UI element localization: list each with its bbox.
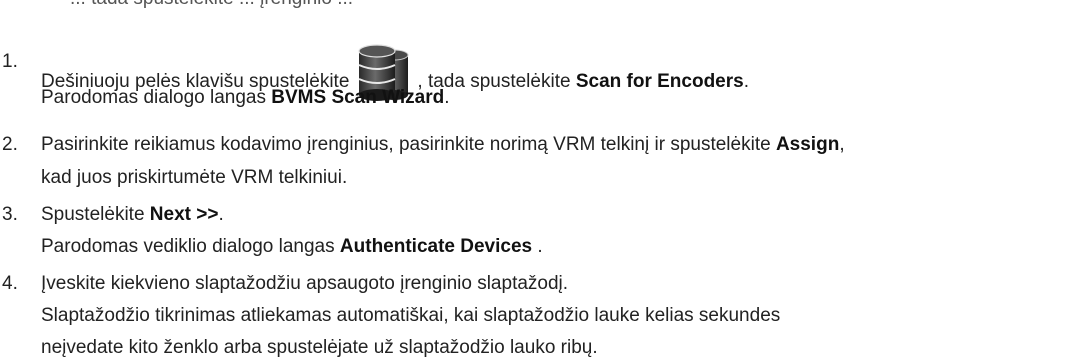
- bvms-scan-wizard-label: BVMS Scan Wizard: [271, 87, 445, 108]
- step-number: 1.: [2, 51, 18, 72]
- step-3-line-2: Parodomas vediklio dialogo langas Authen…: [41, 236, 543, 257]
- assign-label: Assign: [775, 134, 840, 155]
- step-2-line-2: kad juos priskirtumėte VRM telkiniui.: [41, 167, 348, 188]
- cut-off-text-line: ... tada spustelėkite ... įrenginio ...: [70, 0, 353, 10]
- step-number: 2.: [2, 134, 18, 155]
- intro-fragment: ... tada spustelėkite ... įrenginio ...: [70, 0, 353, 9]
- step-number: 4.: [2, 273, 18, 294]
- step-4-line-2: Slaptažodžio tikrinimas atliekamas autom…: [41, 305, 781, 326]
- step-number: 3.: [2, 204, 18, 225]
- authenticate-devices-label: Authenticate Devices: [339, 236, 533, 257]
- scan-for-encoders-label: Scan for Encoders: [575, 71, 744, 93]
- step-4-line-3: neįvedate kito ženklo arba spustelėjate …: [41, 337, 598, 358]
- next-label: Next >>: [149, 204, 219, 225]
- step-1-line-2: Parodomas dialogo langas BVMS Scan Wizar…: [41, 87, 450, 108]
